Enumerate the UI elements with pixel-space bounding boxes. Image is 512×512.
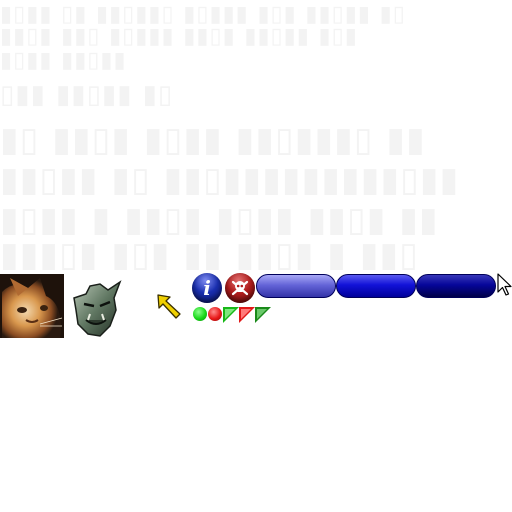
skull-crossbones-icon[interactable] — [225, 273, 255, 303]
skull-glyph — [231, 280, 249, 296]
green-triangle-icon — [223, 307, 239, 323]
blue-pill-button-medium[interactable] — [336, 274, 416, 298]
green-triangle-icon — [255, 307, 271, 323]
red-triangle-icon — [239, 307, 255, 323]
blue-pill-button-light[interactable] — [256, 274, 336, 298]
faint-background-text: ▮▯▮▮ ▯▮ ▮▮▯▮▮▯ ▮▯▮▮▮ ▮▯▮ ▮▮▯▮▮ ▮▯ ▮▮▯▮ ▮… — [0, 2, 460, 270]
info-glyph: i — [203, 276, 211, 300]
orc-head-icon[interactable] — [70, 280, 122, 338]
blue-pill-button-dark[interactable] — [416, 274, 496, 298]
cat-avatar-image — [0, 274, 64, 338]
yellow-arrow-icon[interactable] — [155, 292, 183, 320]
green-status-dot — [193, 307, 207, 321]
red-status-dot — [208, 307, 222, 321]
info-icon[interactable]: i — [192, 273, 222, 303]
cat-avatar — [0, 274, 64, 338]
mouse-pointer-icon — [497, 273, 512, 297]
